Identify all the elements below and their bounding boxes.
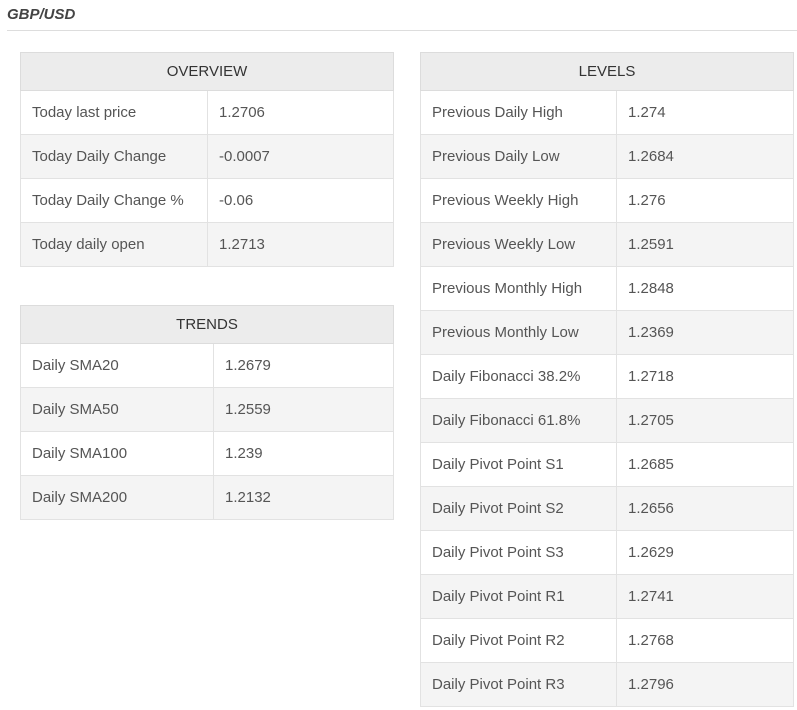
table-row: Daily SMA200 1.2132 [20, 475, 394, 520]
row-label: Daily SMA50 [20, 387, 214, 432]
table-row: Daily Pivot Point R3 1.2796 [420, 662, 794, 707]
row-value: 1.239 [213, 431, 394, 476]
levels-table: LEVELS Previous Daily High 1.274 Previou… [420, 52, 794, 707]
row-value: 1.2705 [616, 398, 794, 443]
table-row: Daily Pivot Point R1 1.2741 [420, 574, 794, 619]
row-label: Daily Pivot Point S3 [420, 530, 617, 575]
row-value: 1.2706 [207, 90, 394, 135]
row-label: Daily Fibonacci 38.2% [420, 354, 617, 399]
row-label: Daily Fibonacci 61.8% [420, 398, 617, 443]
table-row: Daily SMA100 1.239 [20, 431, 394, 476]
row-value: 1.2369 [616, 310, 794, 355]
row-label: Today daily open [20, 222, 208, 267]
row-value: 1.2718 [616, 354, 794, 399]
levels-header-row: LEVELS [420, 52, 794, 91]
table-row: Previous Daily High 1.274 [420, 90, 794, 135]
table-row: Daily Pivot Point R2 1.2768 [420, 618, 794, 663]
row-label: Today last price [20, 90, 208, 135]
table-row: Previous Daily Low 1.2684 [420, 134, 794, 179]
overview-header: OVERVIEW [20, 52, 394, 91]
table-row: Daily Pivot Point S3 1.2629 [420, 530, 794, 575]
overview-header-row: OVERVIEW [20, 52, 394, 91]
row-label: Previous Daily High [420, 90, 617, 135]
row-label: Daily Pivot Point S1 [420, 442, 617, 487]
row-label: Previous Weekly Low [420, 222, 617, 267]
row-value: 1.2685 [616, 442, 794, 487]
row-value: 1.2132 [213, 475, 394, 520]
trends-table: TRENDS Daily SMA20 1.2679 Daily SMA50 1.… [20, 305, 394, 520]
row-label: Daily SMA20 [20, 343, 214, 388]
row-value: 1.2684 [616, 134, 794, 179]
row-value: 1.2679 [213, 343, 394, 388]
table-row: Today daily open 1.2713 [20, 222, 394, 267]
row-label: Previous Monthly High [420, 266, 617, 311]
row-label: Daily Pivot Point R3 [420, 662, 617, 707]
row-label: Today Daily Change % [20, 178, 208, 223]
row-value: 1.2656 [616, 486, 794, 531]
title-divider [7, 30, 797, 31]
table-row: Previous Monthly High 1.2848 [420, 266, 794, 311]
row-label: Daily SMA200 [20, 475, 214, 520]
table-row: Today last price 1.2706 [20, 90, 394, 135]
overview-table: OVERVIEW Today last price 1.2706 Today D… [20, 52, 394, 267]
table-row: Daily Fibonacci 61.8% 1.2705 [420, 398, 794, 443]
row-value: 1.2796 [616, 662, 794, 707]
table-row: Today Daily Change -0.0007 [20, 134, 394, 179]
table-row: Daily SMA20 1.2679 [20, 343, 394, 388]
table-row: Daily Pivot Point S1 1.2685 [420, 442, 794, 487]
row-value: -0.06 [207, 178, 394, 223]
row-label: Daily Pivot Point R1 [420, 574, 617, 619]
row-label: Today Daily Change [20, 134, 208, 179]
table-row: Previous Weekly Low 1.2591 [420, 222, 794, 267]
row-value: 1.2848 [616, 266, 794, 311]
row-label: Previous Daily Low [420, 134, 617, 179]
row-label: Previous Monthly Low [420, 310, 617, 355]
row-value: 1.274 [616, 90, 794, 135]
row-label: Daily Pivot Point S2 [420, 486, 617, 531]
row-value: 1.2591 [616, 222, 794, 267]
levels-header: LEVELS [420, 52, 794, 91]
row-value: 1.2559 [213, 387, 394, 432]
table-row: Daily Pivot Point S2 1.2656 [420, 486, 794, 531]
row-value: -0.0007 [207, 134, 394, 179]
trends-header: TRENDS [20, 305, 394, 344]
table-row: Daily SMA50 1.2559 [20, 387, 394, 432]
row-label: Previous Weekly High [420, 178, 617, 223]
page-title: GBP/USD [7, 6, 76, 23]
table-row: Previous Weekly High 1.276 [420, 178, 794, 223]
row-value: 1.2768 [616, 618, 794, 663]
trends-header-row: TRENDS [20, 305, 394, 344]
row-value: 1.2629 [616, 530, 794, 575]
row-value: 1.276 [616, 178, 794, 223]
row-label: Daily SMA100 [20, 431, 214, 476]
table-row: Today Daily Change % -0.06 [20, 178, 394, 223]
table-row: Daily Fibonacci 38.2% 1.2718 [420, 354, 794, 399]
table-row: Previous Monthly Low 1.2369 [420, 310, 794, 355]
row-label: Daily Pivot Point R2 [420, 618, 617, 663]
row-value: 1.2741 [616, 574, 794, 619]
row-value: 1.2713 [207, 222, 394, 267]
